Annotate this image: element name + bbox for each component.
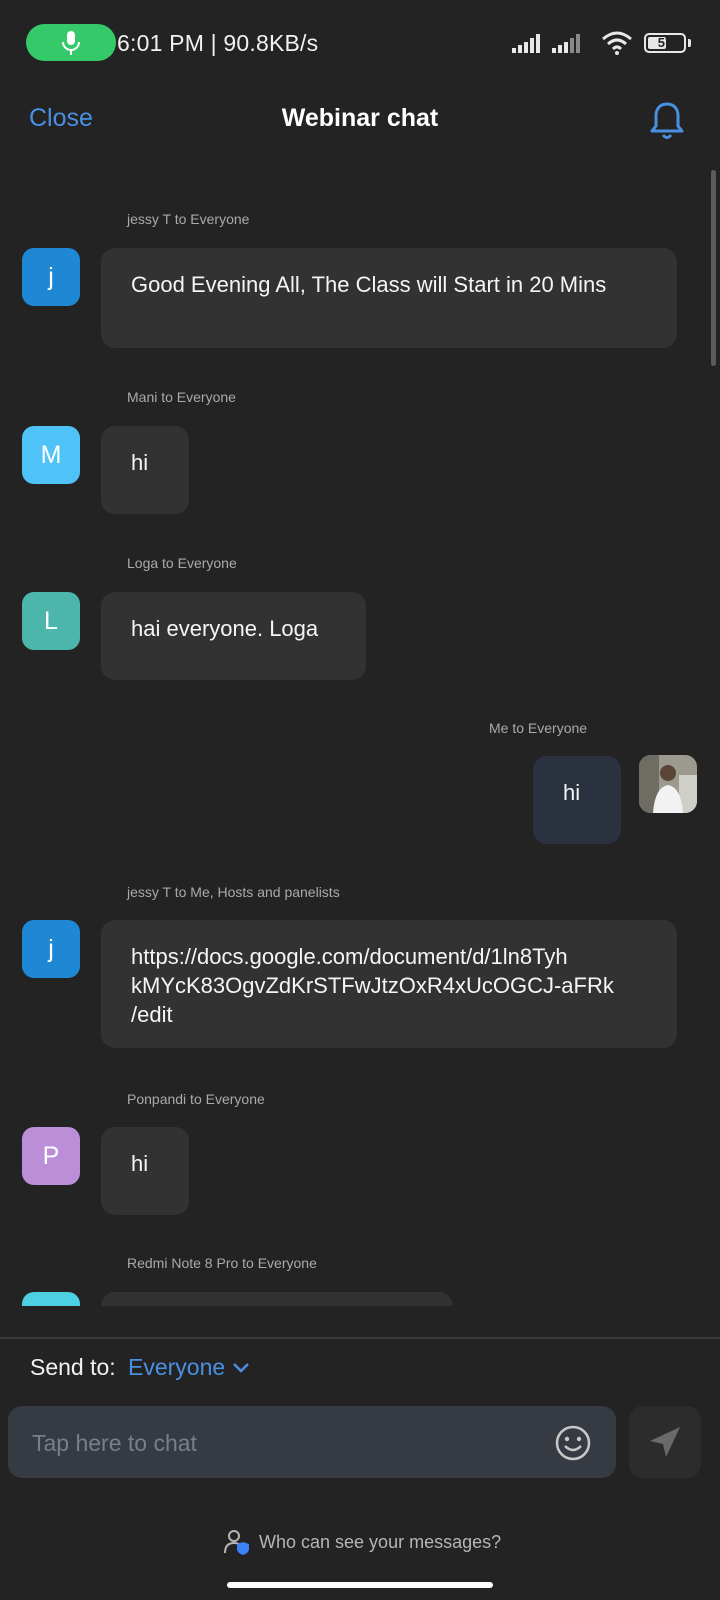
wifi-icon xyxy=(602,31,632,55)
message-text-line: /edit xyxy=(131,1002,173,1027)
message-bubble[interactable] xyxy=(101,1292,453,1306)
send-to-value: Everyone xyxy=(128,1354,226,1380)
message-bubble[interactable]: hi xyxy=(101,426,189,514)
message-text-line: kMYcK83OgvZdKrSTFwJtzOxR4xUcOGCJ-aFRk xyxy=(131,973,614,998)
user-shield-icon xyxy=(224,1530,249,1555)
avatar[interactable]: j xyxy=(22,920,80,978)
send-to-label: Send to: xyxy=(30,1354,116,1380)
bell-icon[interactable] xyxy=(648,100,686,142)
chat-input-box[interactable] xyxy=(8,1406,616,1480)
emoji-icon[interactable] xyxy=(554,1424,592,1462)
send-to-dropdown[interactable]: Everyone xyxy=(128,1354,251,1381)
status-time-speed: 6:01 PM | 90.8KB/s xyxy=(117,30,319,56)
scrollbar[interactable] xyxy=(711,170,716,366)
message-sender: jessy T to Everyone xyxy=(127,211,250,227)
avatar[interactable]: P xyxy=(22,1127,80,1185)
user-photo xyxy=(639,755,697,813)
signal-icon xyxy=(552,34,580,53)
message-bubble[interactable]: hai everyone. Loga xyxy=(101,592,366,680)
home-indicator[interactable] xyxy=(227,1582,493,1588)
message-sender: Loga to Everyone xyxy=(127,555,237,571)
chat-clip-area: Redmi Note 8 Pro to Everyone xyxy=(0,1200,720,1306)
message-bubble[interactable]: Good Evening All, The Class will Start i… xyxy=(101,248,677,348)
signal-icon xyxy=(512,34,540,53)
send-icon xyxy=(650,1427,680,1457)
send-button[interactable] xyxy=(629,1406,701,1478)
page-title: Webinar chat xyxy=(281,104,439,132)
microphone-indicator[interactable] xyxy=(26,24,116,61)
battery-icon: 57 xyxy=(644,33,686,53)
battery-tip xyxy=(688,39,691,47)
privacy-text: Who can see your messages? xyxy=(259,1531,502,1552)
message-sender: Redmi Note 8 Pro to Everyone xyxy=(127,1255,317,1271)
avatar[interactable]: M xyxy=(22,426,80,484)
avatar[interactable]: L xyxy=(22,592,80,650)
message-sender: Mani to Everyone xyxy=(127,389,236,405)
avatar[interactable]: j xyxy=(22,248,80,306)
privacy-info-link[interactable]: Who can see your messages? xyxy=(223,1528,501,1556)
message-bubble[interactable]: https://docs.google.com/document/d/1ln8T… xyxy=(101,920,677,1048)
message-sender: jessy T to Me, Hosts and panelists xyxy=(127,884,340,900)
avatar[interactable] xyxy=(22,1292,80,1306)
message-sender: Ponpandi to Everyone xyxy=(127,1091,265,1107)
user-photo-avatar[interactable] xyxy=(639,755,697,813)
divider xyxy=(0,1337,720,1339)
microphone-icon xyxy=(62,31,80,55)
chevron-down-icon xyxy=(233,1362,250,1373)
message-text-line: https://docs.google.com/document/d/1ln8T… xyxy=(131,944,568,969)
message-sender: Me to Everyone xyxy=(489,720,588,736)
battery-level: 57 xyxy=(657,35,673,50)
message-bubble[interactable]: hi xyxy=(533,756,621,844)
chat-input[interactable] xyxy=(30,1406,534,1480)
